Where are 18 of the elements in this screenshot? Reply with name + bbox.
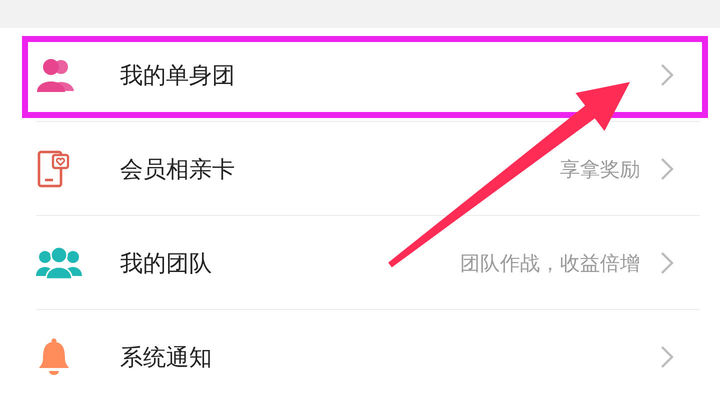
group-icon (36, 246, 82, 280)
menu-label: 系统通知 (120, 344, 213, 372)
chevron-icon (660, 63, 674, 87)
chevron-icon (660, 345, 674, 369)
menu-item[interactable]: 会员相亲卡 享拿奖励 (0, 122, 720, 216)
menu-label: 我的团队 (120, 250, 213, 278)
menu-item[interactable]: 我的单身团 (0, 28, 720, 122)
phone-heart-icon (36, 149, 72, 189)
menu-item[interactable]: 系统通知 (0, 310, 720, 400)
bell-icon (36, 337, 72, 377)
menu-hint: 团队作战，收益倍增 (460, 250, 640, 276)
people-icon (36, 57, 76, 93)
menu-label: 我的单身团 (120, 62, 236, 90)
chevron-icon (660, 251, 674, 275)
menu-label: 会员相亲卡 (120, 156, 236, 184)
chevron-icon (660, 157, 674, 181)
menu-hint: 享拿奖励 (560, 156, 640, 182)
menu-item[interactable]: 我的团队 团队作战，收益倍增 (0, 216, 720, 310)
